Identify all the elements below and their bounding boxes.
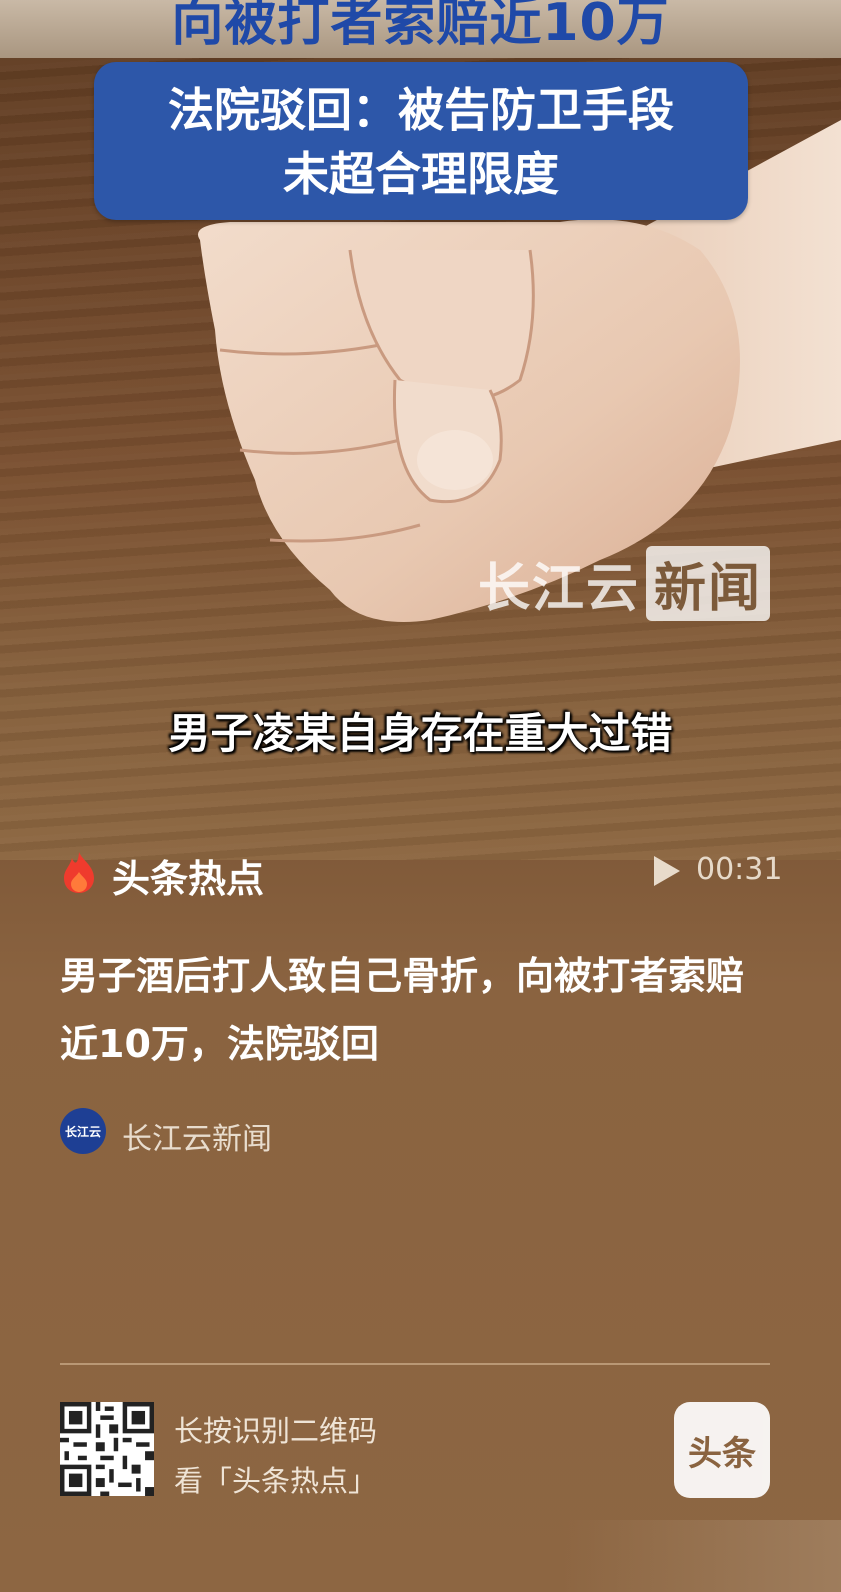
source-name: 长江云新闻 xyxy=(122,1122,272,1157)
meta-row: 头条热点 00:31 xyxy=(60,846,783,901)
watermark-boxed-text: 新闻 xyxy=(646,546,771,621)
video-duration: 00:31 xyxy=(696,852,783,887)
banner-line-2: 未超合理限度 xyxy=(283,147,559,201)
channel-watermark: 长江云 新闻 xyxy=(478,546,771,621)
qr-code[interactable] xyxy=(60,1402,154,1496)
video-thumbnail[interactable]: 向被打者索赔近10万 法院驳回：被告防卫手段 未超合理限度 长江云 新闻 男子凌… xyxy=(0,0,841,860)
qr-hint-line-1: 长按识别二维码 xyxy=(174,1414,378,1448)
qr-hint-line-2: 看「头条热点」 xyxy=(174,1464,378,1498)
toutiao-logo-text: 头条 xyxy=(688,1433,756,1474)
share-card: 向被打者索赔近10万 法院驳回：被告防卫手段 未超合理限度 长江云 新闻 男子凌… xyxy=(0,0,841,1592)
source-logo-text: 长江云 xyxy=(64,1124,101,1139)
play-icon[interactable] xyxy=(652,854,682,888)
source-logo: 长江云 xyxy=(60,1108,106,1154)
headline-banner: 法院驳回：被告防卫手段 未超合理限度 xyxy=(94,62,748,220)
article-headline[interactable]: 男子酒后打人致自己骨折，向被打者索赔近10万，法院驳回 xyxy=(60,942,780,1078)
banner-line-1: 法院驳回：被告防卫手段 xyxy=(168,83,674,137)
brand-name: 头条热点 xyxy=(112,857,265,901)
corner-watermark xyxy=(560,1520,841,1592)
flame-icon xyxy=(64,852,94,893)
video-subtitle: 男子凌某自身存在重大过错 xyxy=(168,709,673,758)
toutiao-logo: 头条 xyxy=(674,1402,770,1498)
divider xyxy=(60,1363,770,1365)
watermark-text: 长江云 xyxy=(478,559,641,619)
